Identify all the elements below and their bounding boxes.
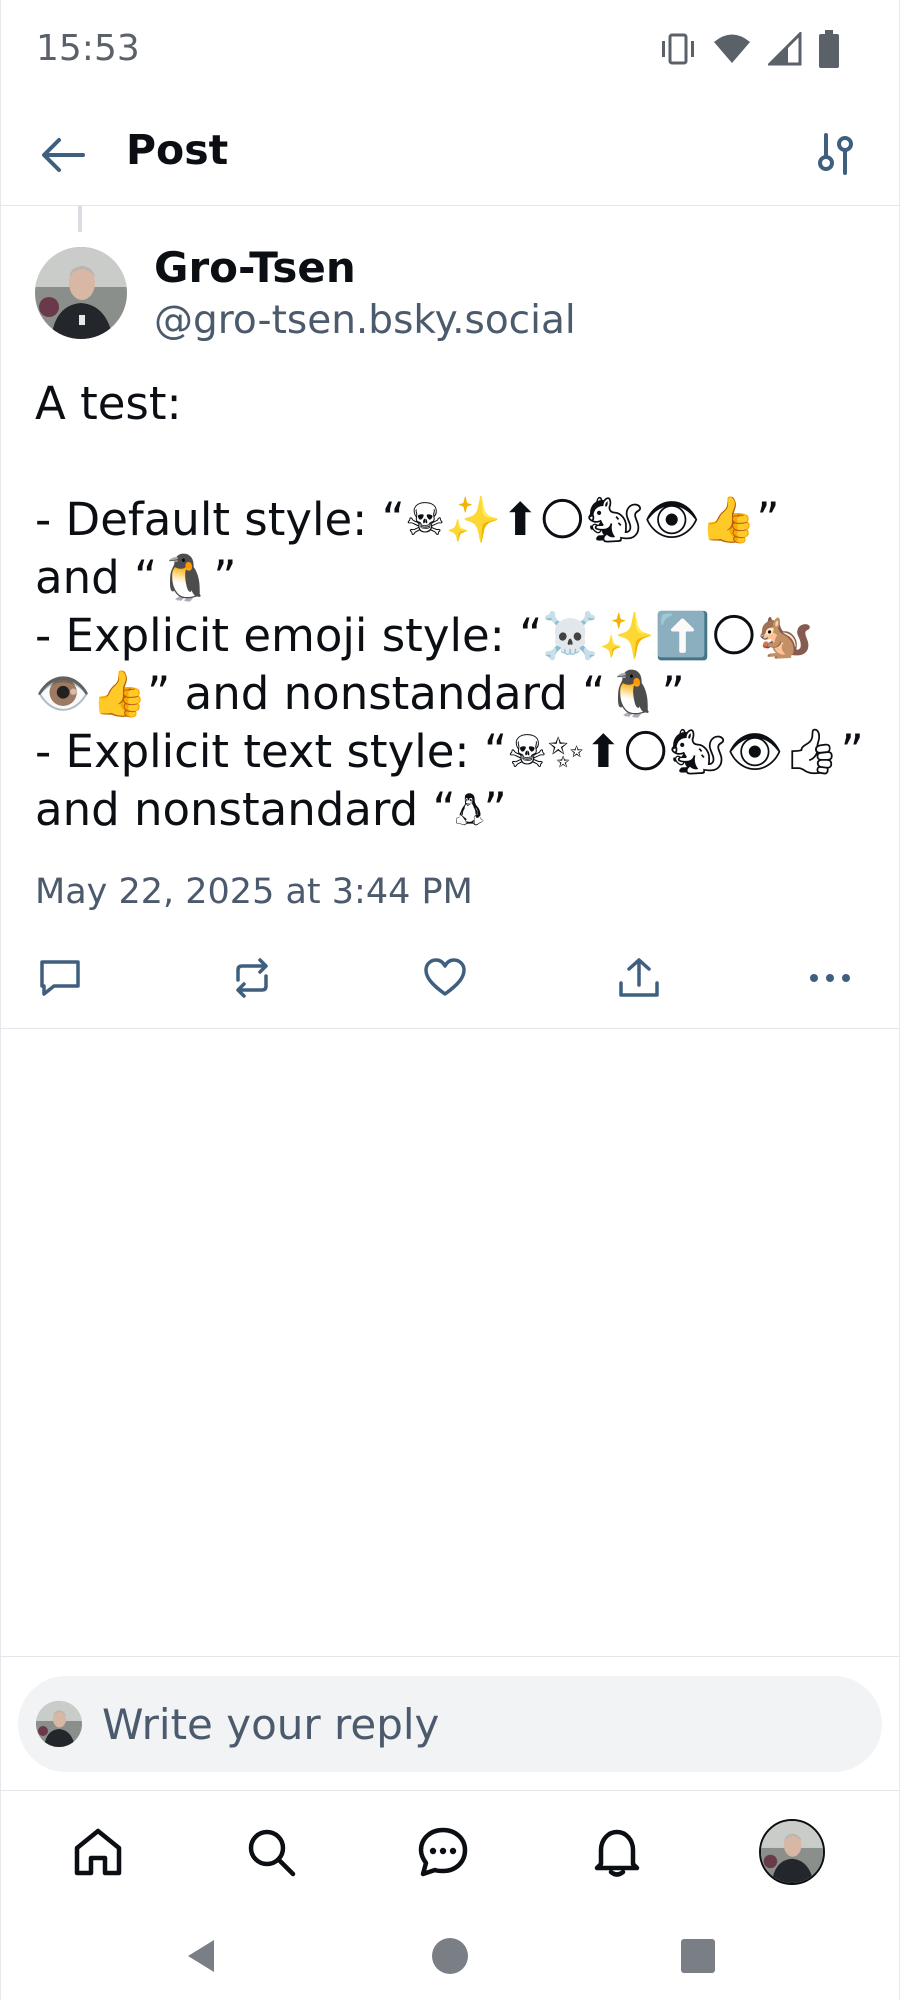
bottom-nav xyxy=(0,1791,900,1911)
battery-icon xyxy=(819,30,839,68)
home-circle-icon xyxy=(432,1938,468,1974)
avatar-photo xyxy=(761,1821,823,1883)
author-avatar[interactable] xyxy=(35,247,127,339)
post-text: A test: - Default style: “☠✨⬆🌕🐿👁👍” and “… xyxy=(35,377,864,836)
heart-icon xyxy=(424,958,466,996)
speech-bubble-icon xyxy=(40,960,80,996)
vibrate-icon xyxy=(662,33,694,65)
reply-input[interactable]: Write your reply xyxy=(18,1676,882,1772)
home-icon xyxy=(74,1828,122,1876)
avatar-photo xyxy=(35,247,127,339)
author-display-name[interactable]: Gro-Tsen xyxy=(154,243,356,292)
back-button[interactable] xyxy=(38,130,88,180)
share-icon xyxy=(619,958,659,997)
reply-placeholder: Write your reply xyxy=(102,1700,440,1749)
avatar-photo xyxy=(36,1701,82,1747)
profile-avatar xyxy=(759,1819,825,1885)
nav-profile[interactable] xyxy=(757,1817,827,1887)
system-recents-button[interactable] xyxy=(670,1928,726,1984)
wifi-icon xyxy=(714,34,750,63)
system-back-button[interactable] xyxy=(174,1928,230,1984)
share-button[interactable] xyxy=(609,948,669,1008)
system-nav xyxy=(0,1910,900,2000)
arrow-left-icon xyxy=(42,138,85,172)
divider xyxy=(0,1028,900,1029)
reply-avatar xyxy=(36,1701,82,1747)
status-bar: 15:53 xyxy=(0,0,900,100)
cell-signal-icon xyxy=(768,32,802,66)
divider xyxy=(0,1656,900,1657)
nav-search[interactable] xyxy=(236,1817,306,1887)
author-handle[interactable]: @gro-tsen.bsky.social xyxy=(154,298,576,343)
thread-settings-button[interactable] xyxy=(808,126,864,182)
page-title: Post xyxy=(126,126,229,174)
status-icons xyxy=(660,30,840,68)
nav-chat[interactable] xyxy=(408,1817,478,1887)
reply-button[interactable] xyxy=(30,948,90,1008)
more-button[interactable] xyxy=(800,948,860,1008)
system-home-button[interactable] xyxy=(422,1928,478,1984)
post-actions xyxy=(0,948,900,1008)
search-icon xyxy=(248,1829,296,1877)
nav-notifications[interactable] xyxy=(582,1817,652,1887)
repost-icon xyxy=(236,958,268,998)
repost-button[interactable] xyxy=(222,948,282,1008)
like-button[interactable] xyxy=(415,948,475,1008)
status-time: 15:53 xyxy=(36,28,140,69)
recents-square-icon xyxy=(681,1939,715,1973)
sliders-icon xyxy=(818,133,853,175)
ellipsis-icon xyxy=(810,974,850,982)
thread-line xyxy=(78,206,82,232)
back-triangle-icon xyxy=(188,1940,214,1972)
bell-icon xyxy=(594,1829,640,1877)
header: Post xyxy=(0,100,900,206)
nav-home[interactable] xyxy=(63,1817,133,1887)
chat-icon xyxy=(418,1827,468,1877)
post-timestamp: May 22, 2025 at 3:44 PM xyxy=(35,872,473,912)
